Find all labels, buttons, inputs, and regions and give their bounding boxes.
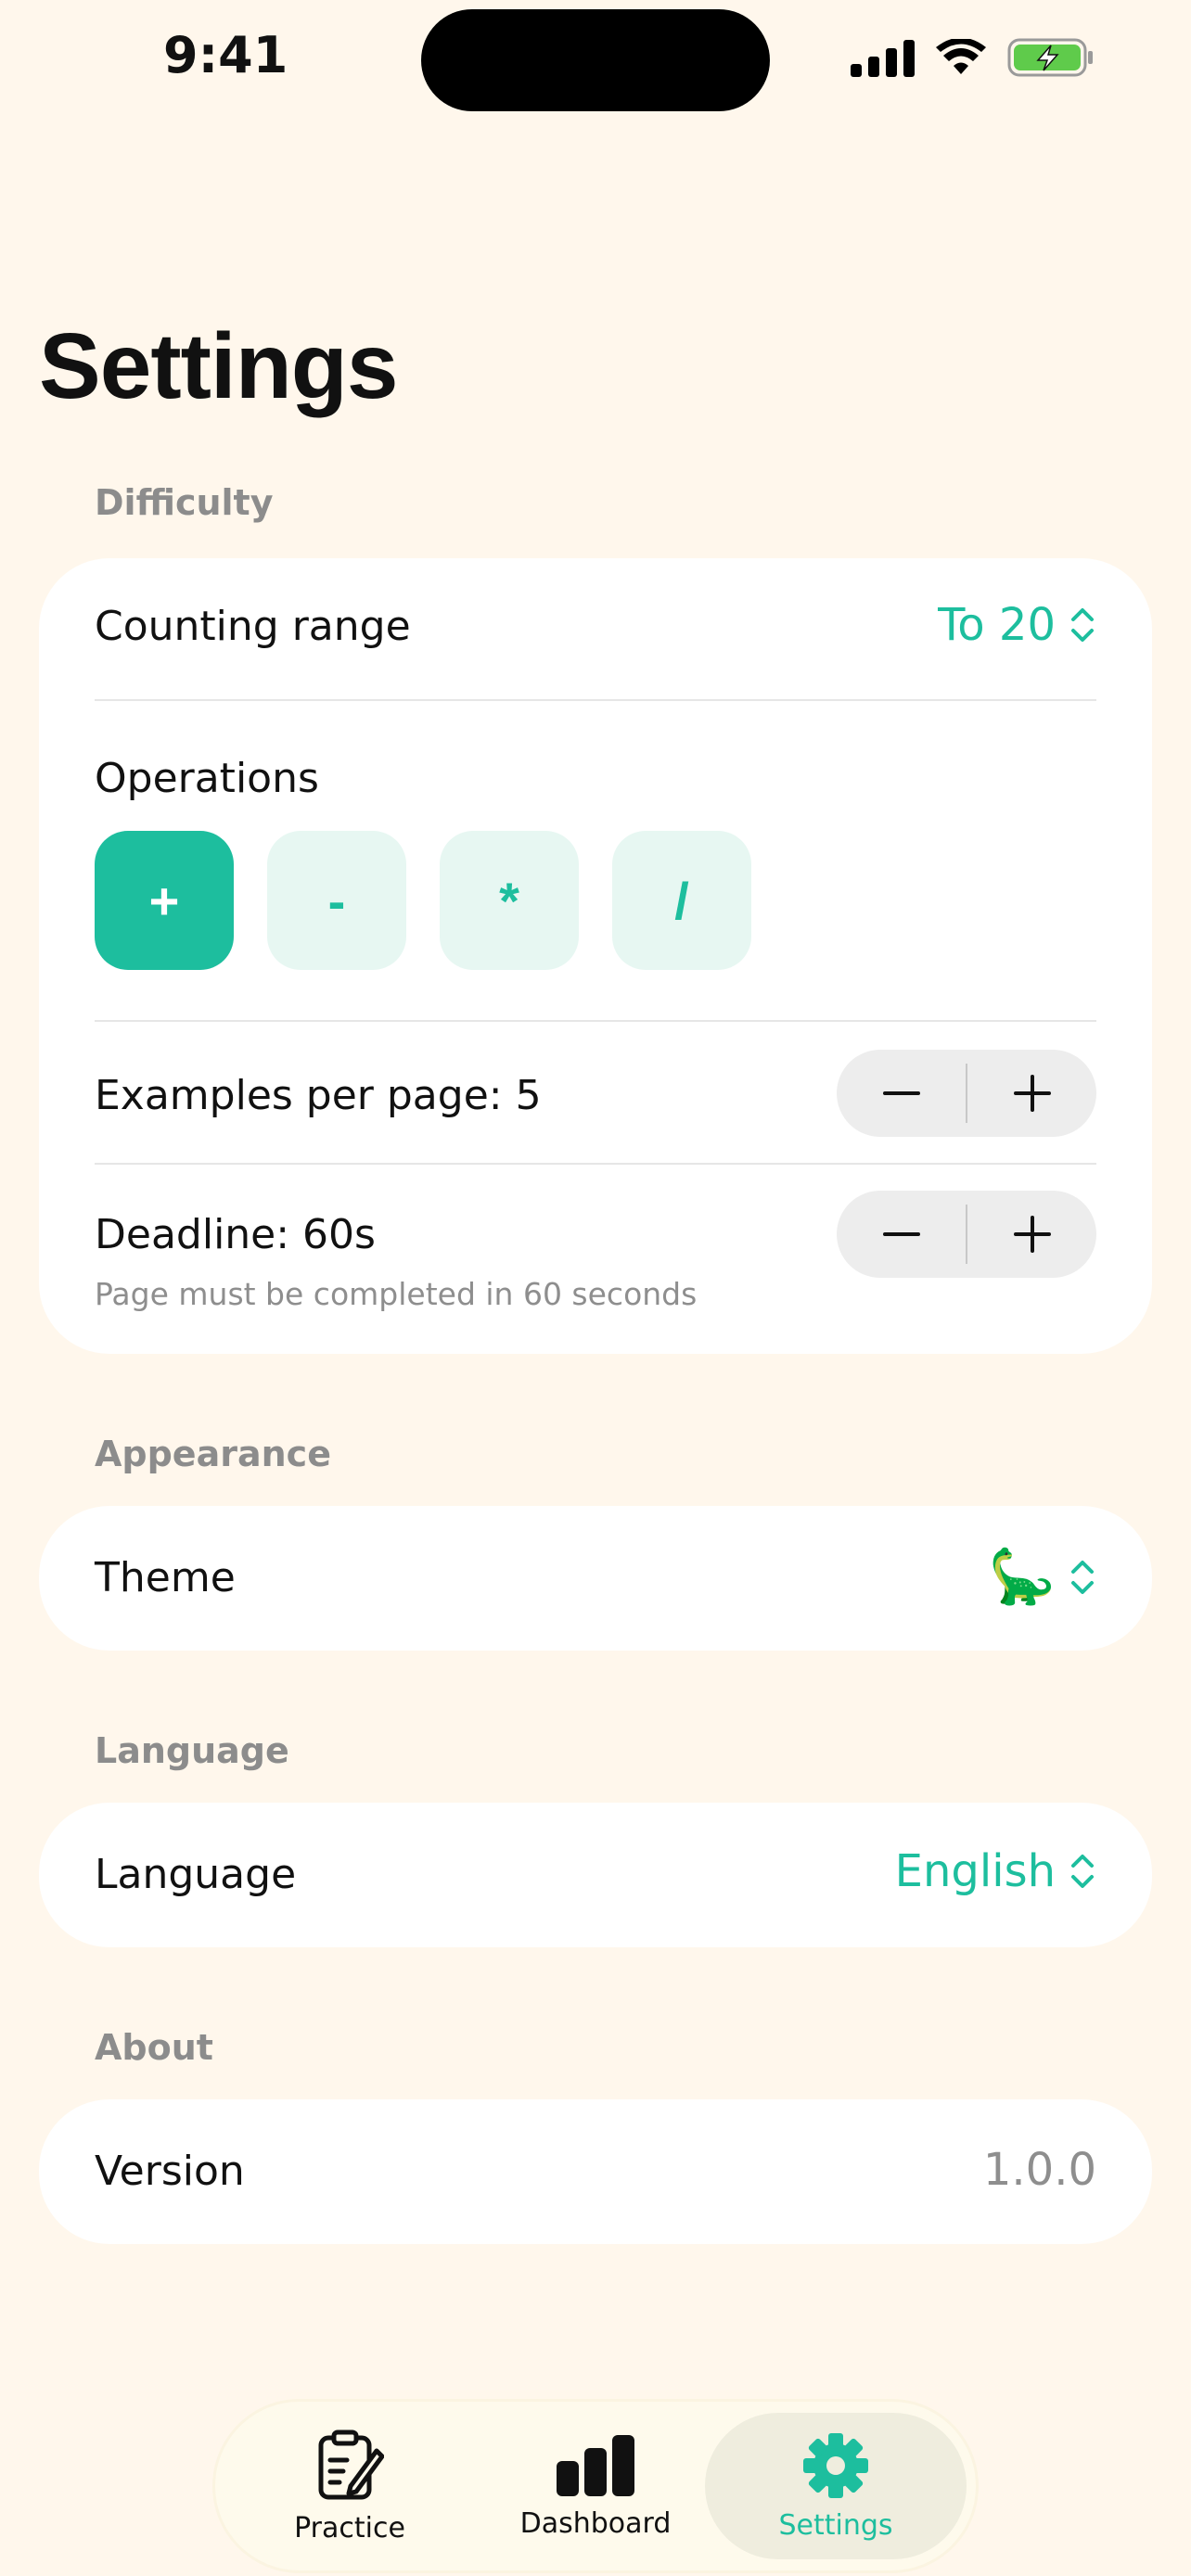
page-title: Settings bbox=[39, 314, 398, 418]
dynamic-island bbox=[421, 9, 770, 111]
chevron-up-down-icon bbox=[1071, 1560, 1094, 1594]
tab-settings-label: Settings bbox=[778, 2508, 893, 2542]
section-label-appearance: Appearance bbox=[95, 1434, 331, 1474]
language-row[interactable]: Language English bbox=[39, 1803, 1152, 1947]
plus-icon bbox=[1013, 1216, 1051, 1253]
language-value: English bbox=[894, 1845, 1056, 1897]
counting-range-picker[interactable]: To 20 bbox=[938, 599, 1096, 651]
deadline-decrement-button[interactable] bbox=[837, 1191, 966, 1278]
section-label-about: About bbox=[95, 2027, 213, 2068]
bar-chart-icon bbox=[557, 2434, 634, 2496]
examples-per-page-stepper bbox=[837, 1050, 1096, 1137]
examples-decrement-button[interactable] bbox=[837, 1050, 966, 1137]
theme-row[interactable]: Theme 🦕 bbox=[39, 1506, 1152, 1651]
operation-subtract-button[interactable]: - bbox=[267, 831, 406, 970]
status-icons bbox=[851, 37, 1095, 78]
operations-label: Operations bbox=[95, 755, 319, 802]
examples-increment-button[interactable] bbox=[967, 1050, 1096, 1137]
cellular-signal-icon bbox=[851, 38, 915, 77]
chevron-up-down-icon bbox=[1071, 608, 1094, 642]
divider bbox=[95, 699, 1096, 701]
plus-icon bbox=[1013, 1075, 1051, 1112]
dinosaur-icon: 🦕 bbox=[988, 1545, 1056, 1608]
version-label: Version bbox=[95, 2148, 245, 2195]
operations-group: + - * / bbox=[95, 831, 751, 970]
counting-range-row[interactable]: Counting range To 20 bbox=[39, 558, 1152, 697]
operation-multiply-button[interactable]: * bbox=[440, 831, 579, 970]
divider bbox=[95, 1020, 1096, 1022]
minus-icon bbox=[882, 1091, 920, 1095]
deadline-stepper bbox=[837, 1191, 1096, 1278]
version-value: 1.0.0 bbox=[982, 2144, 1096, 2196]
theme-picker[interactable]: 🦕 bbox=[989, 1545, 1096, 1609]
minus-icon bbox=[882, 1232, 920, 1236]
difficulty-card: Counting range To 20 Operations + - * / … bbox=[39, 558, 1152, 1354]
section-label-language: Language bbox=[95, 1730, 289, 1771]
tab-dashboard-label: Dashboard bbox=[519, 2506, 672, 2540]
theme-label: Theme bbox=[95, 1554, 236, 1601]
tab-settings[interactable]: Settings bbox=[705, 2413, 967, 2559]
deadline-label: Deadline: 60s bbox=[95, 1211, 376, 1258]
clipboard-pencil-icon bbox=[318, 2429, 384, 2499]
tab-dashboard[interactable]: Dashboard bbox=[484, 2413, 707, 2559]
operation-divide-button[interactable]: / bbox=[612, 831, 751, 970]
version-row: Version 1.0.0 bbox=[39, 2099, 1152, 2244]
examples-per-page-label: Examples per page: 5 bbox=[95, 1072, 542, 1119]
tab-practice[interactable]: Practice bbox=[243, 2413, 456, 2559]
status-time: 9:41 bbox=[163, 26, 288, 84]
language-label: Language bbox=[95, 1851, 297, 1898]
status-bar: 9:41 bbox=[0, 0, 1191, 121]
tab-bar: Practice Dashboard Settings bbox=[215, 2402, 976, 2570]
chevron-up-down-icon bbox=[1071, 1855, 1094, 1888]
gear-icon bbox=[803, 2432, 868, 2498]
battery-charging-icon bbox=[1007, 38, 1093, 77]
wifi-icon bbox=[936, 39, 986, 74]
language-picker[interactable]: English bbox=[895, 1845, 1096, 1897]
counting-range-value: To 20 bbox=[938, 599, 1056, 651]
operation-add-button[interactable]: + bbox=[95, 831, 234, 970]
divider bbox=[95, 1163, 1096, 1165]
deadline-increment-button[interactable] bbox=[967, 1191, 1096, 1278]
deadline-subtitle: Page must be completed in 60 seconds bbox=[95, 1276, 698, 1312]
tab-practice-label: Practice bbox=[294, 2511, 405, 2544]
counting-range-label: Counting range bbox=[95, 603, 411, 650]
section-label-difficulty: Difficulty bbox=[95, 482, 274, 523]
